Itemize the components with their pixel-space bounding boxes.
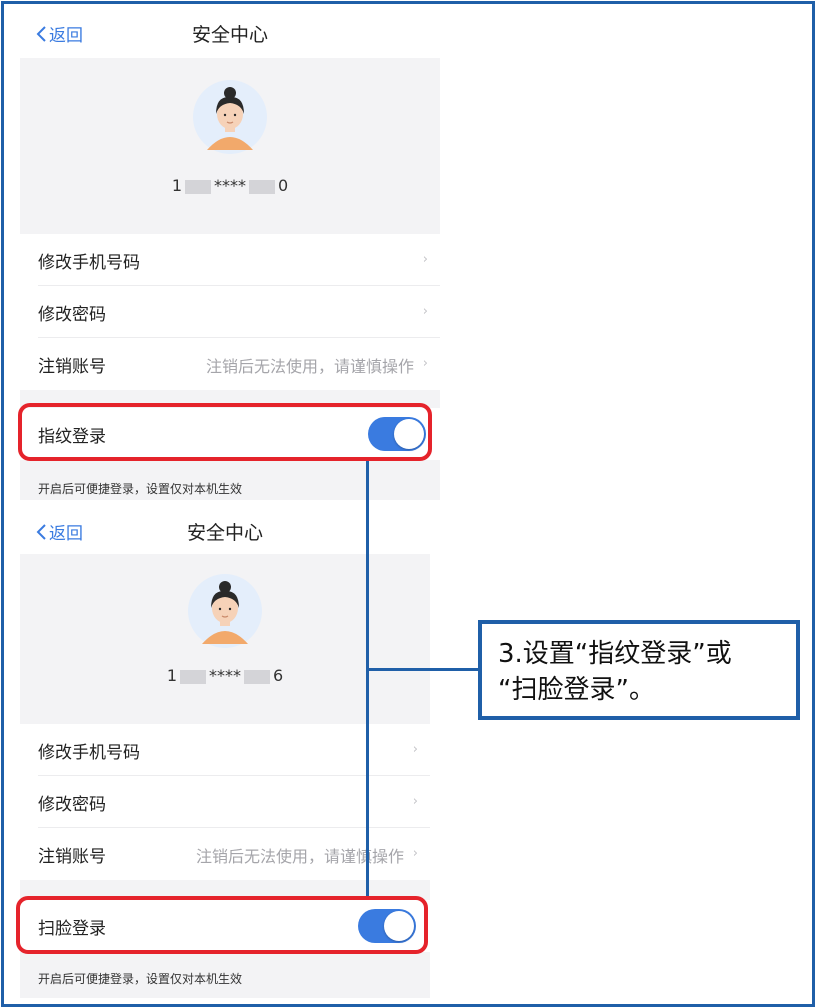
page-title: 安全中心 xyxy=(191,24,268,46)
masked-phone-number: 1 **** 0 xyxy=(20,176,440,195)
phone-suffix: 6 xyxy=(273,666,284,685)
footnote: 开启后可便捷登录，设置仅对本机生效 xyxy=(20,952,430,998)
phone-mask-block xyxy=(244,669,270,684)
connector-line-vertical xyxy=(366,461,369,896)
instruction-callout: 3.设置“指纹登录”或 “扫脸登录”。 xyxy=(478,620,800,720)
footnote-text: 开启后可便捷登录，设置仅对本机生效 xyxy=(38,972,243,986)
menu-item-delete-account[interactable]: 注销账号 注销后无法使用，请谨慎操作 › xyxy=(20,338,440,390)
menu-item-label: 修改手机号码 xyxy=(38,253,140,273)
highlight-box-face xyxy=(16,896,428,954)
footnote-text: 开启后可便捷登录，设置仅对本机生效 xyxy=(38,482,243,496)
callout-line-1: 3.设置“指纹登录”或 xyxy=(498,639,732,669)
phone-prefix: 1 xyxy=(171,176,182,195)
chevron-right-icon: › xyxy=(422,304,428,319)
phone-mask-block xyxy=(185,179,211,194)
chevron-right-icon: › xyxy=(422,356,428,371)
menu-item-hint: 注销后无法使用，请谨慎操作 xyxy=(195,847,404,866)
phone-suffix: 0 xyxy=(278,176,289,195)
user-avatar-icon xyxy=(188,574,262,648)
menu-item-label: 修改手机号码 xyxy=(38,743,140,763)
chevron-right-icon: › xyxy=(412,742,418,757)
phone-stars: **** xyxy=(214,176,246,195)
chevron-right-icon: › xyxy=(412,846,418,861)
chevron-right-icon: › xyxy=(422,252,428,267)
menu-item-hint: 注销后无法使用，请谨慎操作 xyxy=(205,357,414,376)
profile-card: 1 **** 0 xyxy=(20,58,440,234)
callout-line-2: “扫脸登录”。 xyxy=(498,675,655,705)
nav-bar: 返回 安全中心 xyxy=(20,4,440,62)
menu-item-change-password[interactable]: 修改密码 › xyxy=(20,286,440,338)
footnote: 开启后可便捷登录，设置仅对本机生效 xyxy=(20,460,440,500)
menu-item-label: 注销账号 xyxy=(38,357,106,377)
menu-item-label: 修改密码 xyxy=(38,305,106,325)
menu-item-label: 修改密码 xyxy=(38,795,106,815)
phone-mask-block xyxy=(180,669,206,684)
highlight-box-fingerprint xyxy=(18,403,432,461)
chevron-right-icon: › xyxy=(412,794,418,809)
phone-prefix: 1 xyxy=(166,666,177,685)
user-avatar-icon xyxy=(193,80,267,154)
menu-item-label: 注销账号 xyxy=(38,847,106,867)
connector-line-horizontal xyxy=(366,668,478,671)
phone-stars: **** xyxy=(209,666,241,685)
menu-item-change-phone[interactable]: 修改手机号码 › xyxy=(20,234,440,286)
phone-mask-block xyxy=(249,179,275,194)
